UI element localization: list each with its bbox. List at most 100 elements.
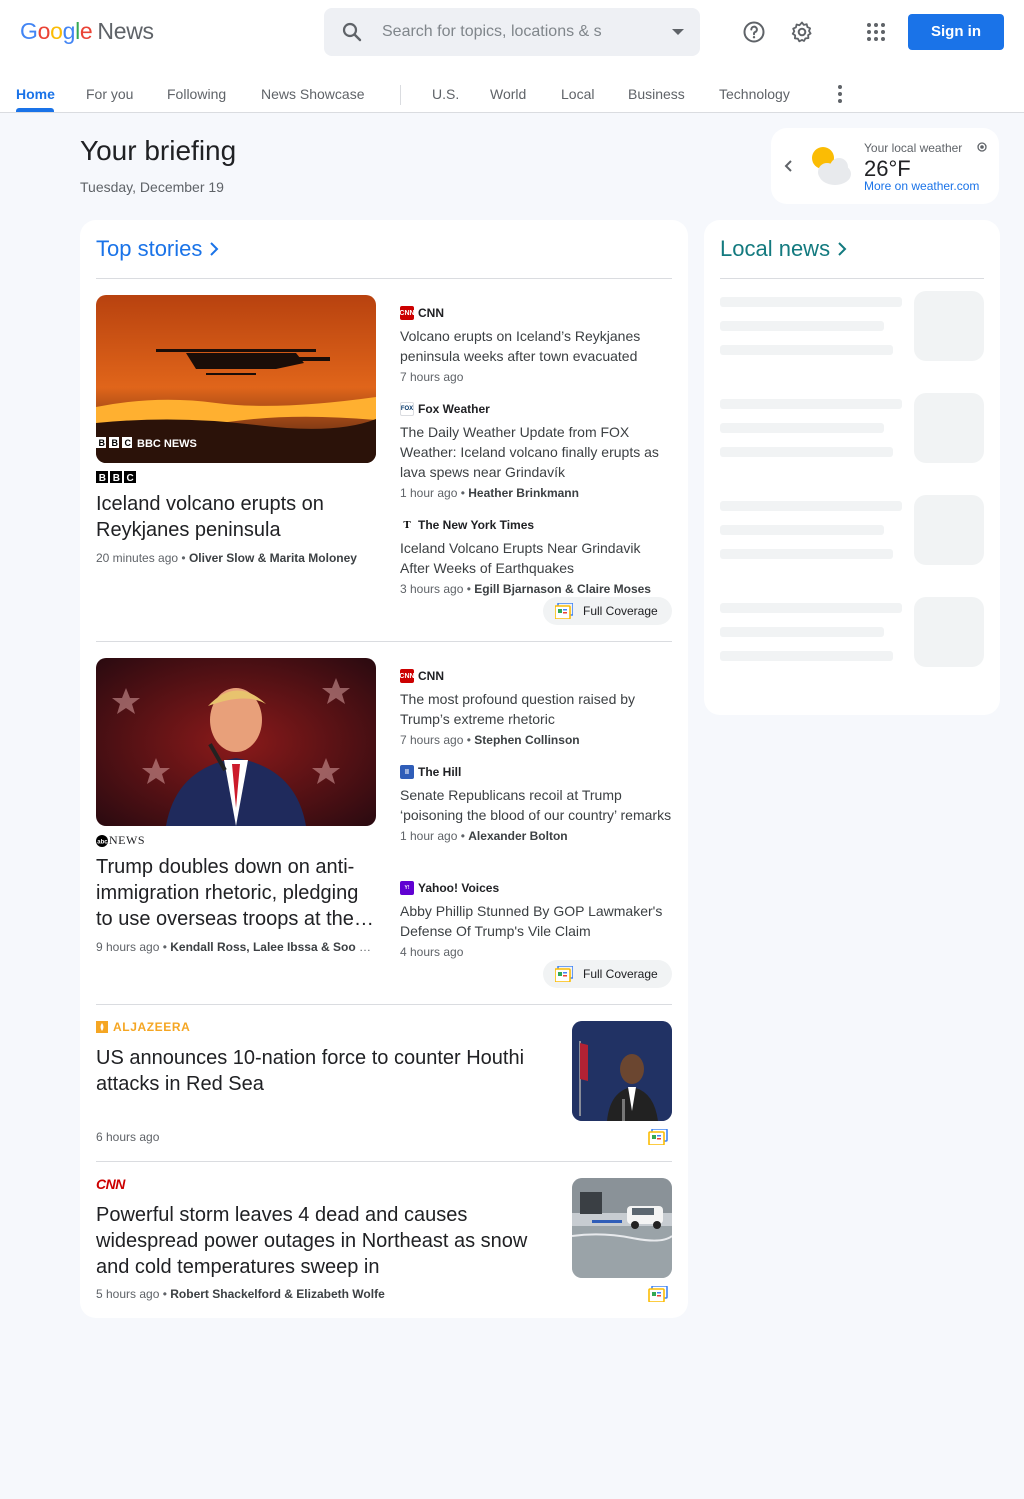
story-meta: 3 hours ago • Egill Bjarnason & Claire M… <box>400 582 651 596</box>
gear-icon[interactable] <box>790 20 814 44</box>
active-tab-indicator <box>16 108 54 112</box>
svg-text:abc: abc <box>97 839 108 845</box>
tab-divider <box>400 85 401 105</box>
divider <box>96 1004 672 1005</box>
weather-widget[interactable]: Your local weather 26°F More on weather.… <box>771 128 999 204</box>
headline[interactable]: Trump doubles down on anti-immigration r… <box>96 854 376 932</box>
svg-text:C: C <box>125 438 132 448</box>
svg-text:C: C <box>127 473 134 483</box>
tab-for-you[interactable]: For you <box>86 86 133 102</box>
full-coverage-icon[interactable] <box>648 1286 668 1302</box>
the-hill-icon: II <box>400 765 414 779</box>
loading-placeholder <box>720 399 902 409</box>
related-story[interactable]: CNN CNN Volcano erupts on Iceland’s Reykj… <box>399 305 672 384</box>
full-coverage-icon <box>555 603 573 619</box>
story-meta: 5 hours ago • Robert Shackelford & Eliza… <box>96 1287 385 1301</box>
loading-placeholder <box>720 345 893 355</box>
top-stories-heading[interactable]: Top stories <box>96 236 222 262</box>
related-headline[interactable]: The Daily Weather Update from FOX Weathe… <box>400 422 672 482</box>
sign-in-button[interactable]: Sign in <box>908 14 1004 50</box>
loading-placeholder <box>720 321 884 331</box>
top-header: GoogleNews Sign in Home For you Followin… <box>0 0 1024 113</box>
story-time: 6 hours ago <box>96 1130 160 1144</box>
story-time: 4 hours ago <box>400 945 464 959</box>
related-story[interactable]: T The New York Times Iceland Volcano Erup… <box>400 517 672 596</box>
related-headline[interactable]: Iceland Volcano Erupts Near Grindavik Af… <box>400 538 672 578</box>
help-icon[interactable] <box>742 20 766 44</box>
abc-logo-icon: abc <box>96 834 108 847</box>
divider <box>96 641 672 642</box>
story-image-trump[interactable] <box>96 658 376 826</box>
tab-business[interactable]: Business <box>628 86 685 102</box>
partly-cloudy-icon <box>812 147 851 185</box>
fox-weather-icon: FOX <box>400 402 414 416</box>
loading-placeholder <box>720 651 893 661</box>
page-title: Your briefing <box>80 135 237 166</box>
weather-link[interactable]: More on weather.com <box>864 179 979 193</box>
related-headline[interactable]: The most profound question raised by Tru… <box>400 689 672 729</box>
story-thumbnail[interactable] <box>572 1021 672 1121</box>
full-coverage-button[interactable]: Full Coverage <box>543 597 672 625</box>
story-meta: 7 hours ago • Stephen Collinson <box>400 733 580 747</box>
related-headline[interactable]: Senate Republicans recoil at Trump ‘pois… <box>400 785 672 825</box>
local-news-heading[interactable]: Local news <box>720 236 850 262</box>
related-story[interactable]: Y! Yahoo! Voices Abby Phillip Stunned By … <box>400 880 672 959</box>
story-thumbnail[interactable] <box>572 1178 672 1278</box>
loading-thumbnail <box>914 495 984 565</box>
chevron-right-icon <box>210 242 219 256</box>
chevron-right-icon <box>838 242 847 256</box>
volcano-photo: B B C BBC NEWS <box>96 295 376 463</box>
search-icon[interactable] <box>340 20 364 44</box>
story-time: 7 hours ago <box>400 370 464 384</box>
google-news-logo[interactable]: Google News <box>20 18 154 45</box>
loading-placeholder <box>720 447 893 457</box>
related-headline[interactable]: Volcano erupts on Iceland’s Reykjanes pe… <box>400 326 672 366</box>
tab-news-showcase[interactable]: News Showcase <box>261 86 365 102</box>
full-coverage-button[interactable]: Full Coverage <box>543 960 672 988</box>
related-story[interactable]: II The Hill Senate Republicans recoil at … <box>400 764 672 843</box>
tab-world[interactable]: World <box>490 86 526 102</box>
nyt-icon: T <box>400 518 414 532</box>
loading-placeholder <box>720 549 893 559</box>
headline[interactable]: US announces 10-nation force to counter … <box>96 1045 546 1097</box>
tab-local[interactable]: Local <box>561 86 594 102</box>
abc-news-logo[interactable]: abc NEWS <box>96 833 145 848</box>
weather-label: Your local weather <box>864 141 963 155</box>
loading-thumbnail <box>914 393 984 463</box>
tab-us[interactable]: U.S. <box>432 86 459 102</box>
loading-thumbnail <box>914 291 984 361</box>
loading-placeholder <box>720 627 884 637</box>
full-coverage-icon[interactable] <box>648 1129 668 1145</box>
apps-icon[interactable] <box>864 20 888 44</box>
headline[interactable]: Powerful storm leaves 4 dead and causes … <box>96 1202 546 1280</box>
related-story[interactable]: CNN CNN The most profound question raised… <box>399 668 672 747</box>
story-meta: 1 hour ago • Heather Brinkmann <box>400 486 579 500</box>
story-meta: 20 minutes ago • Oliver Slow & Marita Mo… <box>96 551 357 565</box>
more-vert-icon[interactable] <box>830 82 850 106</box>
chevron-down-icon[interactable] <box>666 23 690 41</box>
loading-thumbnail <box>914 597 984 667</box>
trump-photo <box>96 658 376 826</box>
cnn-icon: CNN <box>399 306 415 320</box>
tab-technology[interactable]: Technology <box>719 86 790 102</box>
bbc-logo[interactable]: B B C <box>96 470 138 488</box>
related-story[interactable]: FOX Fox Weather The Daily Weather Update … <box>400 401 672 500</box>
tab-following[interactable]: Following <box>167 86 226 102</box>
loading-placeholder <box>720 525 884 535</box>
svg-text:B: B <box>112 438 119 448</box>
bbc-logo-icon: B B C <box>96 471 136 484</box>
tab-home[interactable]: Home <box>16 86 55 102</box>
image-caption: BBC NEWS <box>137 438 197 450</box>
story-image-volcano[interactable]: B B C BBC NEWS <box>96 295 376 463</box>
related-headline[interactable]: Abby Phillip Stunned By GOP Lawmaker's D… <box>400 901 672 941</box>
divider <box>720 278 984 279</box>
top-stories-card: Top stories B B C BBC NEWS B B C Iceland… <box>80 220 688 1318</box>
svg-text:B: B <box>113 473 120 483</box>
headline[interactable]: Iceland volcano erupts on Reykjanes peni… <box>96 491 376 543</box>
loading-placeholder <box>720 501 902 511</box>
yahoo-icon: Y! <box>400 881 414 895</box>
location-icon[interactable] <box>976 141 988 153</box>
svg-text:B: B <box>99 438 106 448</box>
search-input[interactable] <box>382 20 642 44</box>
chevron-left-icon[interactable] <box>781 156 797 176</box>
